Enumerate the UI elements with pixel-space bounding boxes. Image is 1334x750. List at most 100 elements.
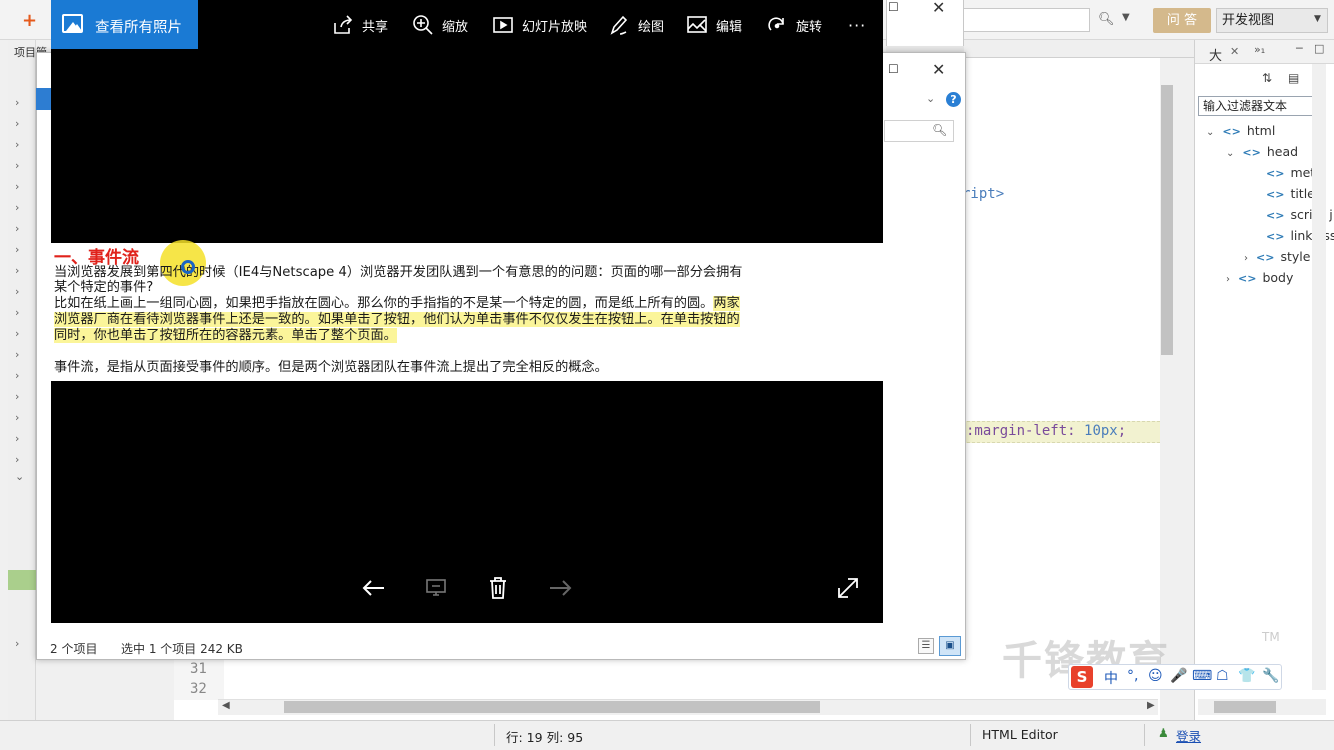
share-icon <box>334 15 353 34</box>
explorer-nav-selected[interactable] <box>36 88 52 110</box>
maximize-icon[interactable]: ☐ <box>888 62 899 76</box>
delete-trash-icon[interactable] <box>484 574 512 602</box>
ime-skin-icon[interactable]: 👕 <box>1238 668 1255 684</box>
fullscreen-icon[interactable] <box>834 574 862 602</box>
outline-node-body[interactable]: › <> body <box>1226 270 1293 285</box>
scroll-right-icon[interactable]: ▶ <box>1147 700 1155 711</box>
outline-node-label: body <box>1262 270 1294 285</box>
outline-node-title[interactable]: <> title <box>1266 186 1315 201</box>
outline-filter-input[interactable]: 输入过滤器文本 <box>1198 96 1326 116</box>
ime-punctuation-icon[interactable]: °, <box>1127 668 1138 684</box>
outline-tab[interactable]: 大 <box>1209 45 1222 64</box>
tree-expand-icon[interactable]: › <box>15 180 19 193</box>
tree-collapse-icon[interactable]: ⌄ <box>15 470 24 483</box>
outline-node-html[interactable]: ⌄ <> html <box>1206 123 1275 138</box>
doc-line: 比如在纸上画上一组同心圆，如果把手指放在圆心。那么你的手指指的不是某一个特定的圆… <box>54 296 740 311</box>
scrollbar-thumb[interactable] <box>284 701 820 713</box>
scrollbar-thumb[interactable] <box>1161 85 1173 355</box>
tree-expand-icon[interactable]: › <box>15 327 19 340</box>
chevron-down-icon[interactable]: ⌄ <box>1226 148 1234 159</box>
chevron-down-icon[interactable]: ⌄ <box>1206 127 1214 138</box>
login-link[interactable]: 登录 <box>1176 726 1201 745</box>
maximize-icon[interactable]: ☐ <box>888 0 899 14</box>
collapse-all-icon[interactable]: ▤ <box>1288 71 1299 85</box>
ime-keyboard-icon[interactable]: ⌨ <box>1192 668 1212 684</box>
zoom-button[interactable]: 缩放 <box>412 12 468 38</box>
tree-expand-icon[interactable]: › <box>15 138 19 151</box>
tag-icon: <> <box>1222 125 1241 138</box>
tree-expand-icon[interactable]: › <box>15 159 19 172</box>
large-icons-view-icon[interactable]: ▣ <box>939 636 961 656</box>
tree-expand-icon[interactable]: › <box>15 222 19 235</box>
ime-voice-icon[interactable]: 🎤 <box>1170 668 1187 684</box>
sort-icon[interactable]: ⇅ <box>1262 71 1272 85</box>
help-icon[interactable]: ? <box>946 92 961 107</box>
doc-highlighted-line: 同时，你也单击了按钮所在的容器元素。单击了整个页面。 <box>54 328 397 343</box>
more-views-tab[interactable]: »₁ <box>1254 43 1265 56</box>
tree-expand-icon[interactable]: › <box>15 453 19 466</box>
tree-expand-icon[interactable]: › <box>15 264 19 277</box>
search-icon[interactable]: 🔍︎ <box>1098 12 1115 27</box>
tree-expand-icon[interactable]: › <box>15 117 19 130</box>
ide-search-input[interactable] <box>960 8 1090 32</box>
tree-expand-icon[interactable]: › <box>15 306 19 319</box>
minimize-icon[interactable]: ─ <box>1296 42 1303 55</box>
previous-arrow-icon[interactable] <box>360 574 388 602</box>
tag-icon: <> <box>1266 188 1285 201</box>
slideshow-button[interactable]: 幻灯片放映 <box>492 12 587 38</box>
ime-settings-icon[interactable]: 🔧 <box>1262 668 1279 684</box>
chevron-right-icon[interactable]: › <box>1244 253 1248 264</box>
search-icon[interactable]: 🔍︎ <box>932 123 947 137</box>
edit-button[interactable]: 编辑 <box>686 12 742 38</box>
outline-node-head[interactable]: ⌄ <> head <box>1226 144 1298 159</box>
code-text: :margin-left: 10px; <box>966 423 1126 439</box>
doc-line: 某个特定的事件? <box>54 280 154 295</box>
share-button[interactable]: 共享 <box>332 12 388 38</box>
tree-expand-icon[interactable]: › <box>15 432 19 445</box>
line-number: 31 <box>190 661 207 677</box>
ime-toolbox-icon[interactable]: ☖ <box>1216 668 1229 684</box>
status-bar <box>0 720 1334 750</box>
tree-expand-icon[interactable]: › <box>15 369 19 382</box>
chevron-right-icon[interactable]: › <box>1226 274 1230 285</box>
tree-expand-icon[interactable]: › <box>15 201 19 214</box>
close-icon[interactable]: ✕ <box>932 0 945 17</box>
ime-emoji-icon[interactable]: ☺ <box>1148 668 1163 684</box>
rotate-button[interactable]: 旋转 <box>766 12 822 38</box>
status-divider <box>494 724 495 746</box>
draw-button[interactable]: 绘图 <box>608 12 664 38</box>
chevron-down-icon[interactable]: ⌄ <box>926 92 935 105</box>
close-icon[interactable]: ✕ <box>1230 45 1239 58</box>
view-all-photos-label: 查看所有照片 <box>95 20 182 36</box>
search-dropdown-icon[interactable]: ▼ <box>1122 12 1130 23</box>
ask-button[interactable]: 问 答 <box>1153 8 1211 33</box>
edit-label: 编辑 <box>716 19 743 35</box>
chevron-down-icon[interactable]: ▼ <box>1314 14 1321 24</box>
selected-tree-item[interactable] <box>8 570 36 590</box>
tree-expand-icon[interactable]: › <box>15 390 19 403</box>
details-view-icon[interactable]: ☰ <box>918 638 934 654</box>
scroll-left-icon[interactable]: ◀ <box>222 700 230 711</box>
scrollbar-thumb[interactable] <box>1214 701 1276 713</box>
outline-node-style[interactable]: › <> style <box>1244 249 1310 264</box>
tree-expand-icon[interactable]: › <box>15 243 19 256</box>
tree-expand-icon[interactable]: › <box>15 96 19 109</box>
tree-expand-icon[interactable]: › <box>15 285 19 298</box>
code-property: :margin-left: <box>966 423 1085 439</box>
tree-expand-icon[interactable]: › <box>15 411 19 424</box>
close-icon[interactable]: ✕ <box>932 60 945 79</box>
perspective-select[interactable]: 开发视图 <box>1216 8 1328 33</box>
more-options-button[interactable]: ··· <box>848 12 866 38</box>
ime-logo-icon[interactable]: S <box>1071 666 1093 688</box>
new-plus-icon[interactable]: + <box>22 10 37 31</box>
tree-expand-icon[interactable]: › <box>15 637 19 650</box>
maximize-icon[interactable]: □ <box>1314 42 1324 55</box>
doc-line: 事件流，是指从页面接受事件的顺序。但是两个浏览器团队在事件流上提出了完全相反的概… <box>54 360 608 375</box>
tree-expand-icon[interactable]: › <box>15 348 19 361</box>
set-as-icon[interactable] <box>422 574 450 602</box>
ime-chinese-mode[interactable]: 中 <box>1104 668 1118 688</box>
outline-vertical-scrollbar[interactable] <box>1312 64 1326 690</box>
user-icon: ♟ <box>1158 726 1169 740</box>
next-arrow-icon[interactable] <box>546 574 574 602</box>
share-label: 共享 <box>362 19 389 35</box>
